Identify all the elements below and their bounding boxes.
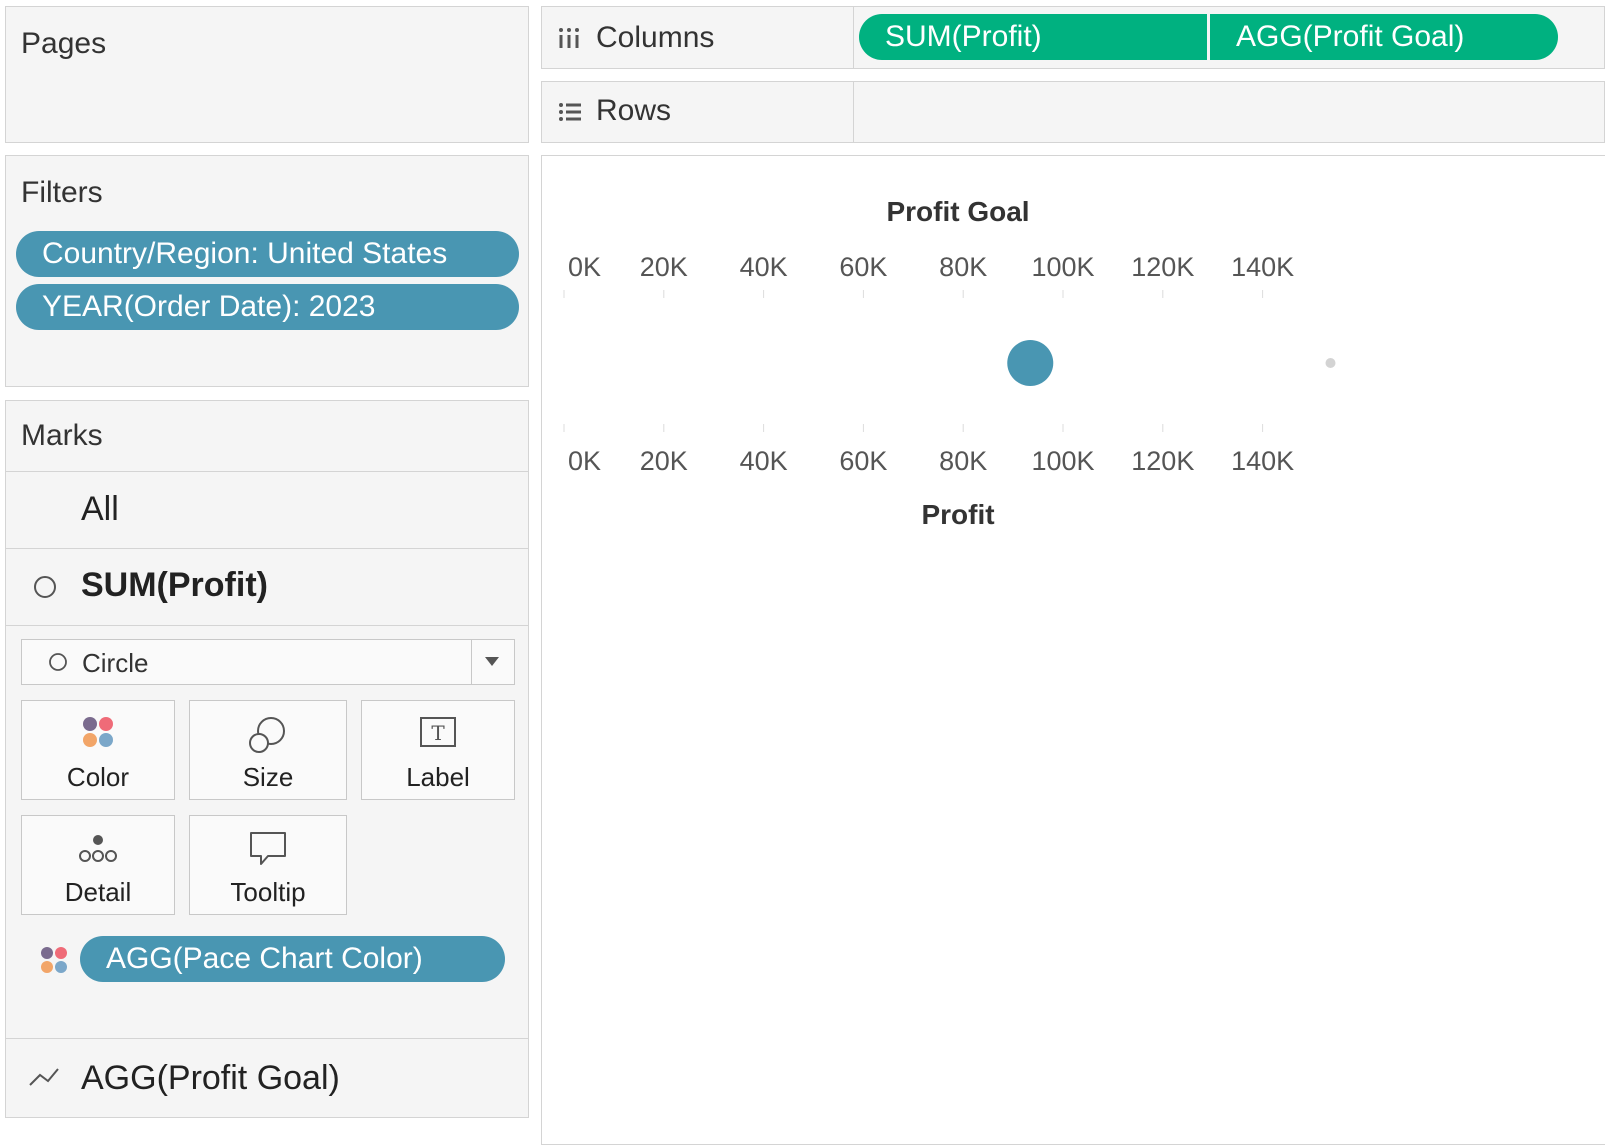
color-icon xyxy=(83,717,113,747)
bottom-tick-label: 140K xyxy=(1231,446,1294,476)
rows-label: Rows xyxy=(596,94,672,127)
size-button-label: Size xyxy=(242,762,294,792)
top-tick-label: 20K xyxy=(640,252,688,282)
detail-button-label: Detail xyxy=(64,877,132,907)
view-canvas: Profit Goal Profit 0K 20K 40K 60K 80K 100K 120… xyxy=(541,155,1605,1145)
top-tick-label: 140K xyxy=(1231,252,1294,282)
bottom-tick-label: 20K xyxy=(640,446,688,476)
shelf-divider xyxy=(853,82,854,142)
columns-shelf: Columns SUM(Profit) AGG(Profit Goal) xyxy=(541,6,1605,69)
color-field-pill[interactable]: AGG(Pace Chart Color) xyxy=(80,936,505,982)
rows-shelf: Rows xyxy=(541,81,1605,143)
label-button[interactable]: T Label xyxy=(361,700,515,800)
top-tick-label: 40K xyxy=(740,252,788,282)
bottom-tick-label: 120K xyxy=(1131,446,1194,476)
filters-card: Filters Country/Region: United States YE… xyxy=(5,155,529,387)
filter-pill-year[interactable]: YEAR(Order Date): 2023 xyxy=(16,284,519,330)
dropdown-separator xyxy=(471,640,472,684)
label-button-label: Label xyxy=(406,762,470,792)
speech-bubble-icon xyxy=(250,832,286,865)
detail-icon xyxy=(79,835,117,862)
bottom-tick-label: 60K xyxy=(839,446,887,476)
pages-card: Pages xyxy=(5,6,529,143)
top-tick-label: 120K xyxy=(1131,252,1194,282)
mark-type-dropdown[interactable]: Circle xyxy=(21,639,515,685)
line-mark-icon xyxy=(28,1065,60,1094)
bottom-axis: 0K 20K 40K 60K 80K 100K 120K 140K xyxy=(563,424,1294,476)
marks-tab-sum-profit-label: SUM(Profit) xyxy=(81,566,268,604)
marks-tab-all-label: All xyxy=(81,490,119,528)
bottom-tick-label: 100K xyxy=(1031,446,1094,476)
tooltip-button[interactable]: Tooltip xyxy=(189,815,347,915)
detail-button[interactable]: Detail xyxy=(21,815,175,915)
top-tick-label: 60K xyxy=(839,252,887,282)
columns-label: Columns xyxy=(596,21,715,54)
bottom-axis-title: Profit xyxy=(921,499,994,530)
rows-icon xyxy=(558,102,582,127)
shelf-divider xyxy=(853,7,854,68)
top-axis-title: Profit Goal xyxy=(886,196,1029,227)
marks-tab-all[interactable]: All xyxy=(6,472,528,549)
marks-title: Marks xyxy=(21,419,103,452)
profit-goal-mark[interactable] xyxy=(1325,358,1336,368)
top-tick-label: 80K xyxy=(939,252,987,282)
color-button-label: Color xyxy=(66,762,130,792)
mark-type-value: Circle xyxy=(82,648,149,678)
profit-circle-mark[interactable] xyxy=(1007,340,1054,386)
marks-tab-sum-profit[interactable]: SUM(Profit) xyxy=(6,549,528,626)
filters-title: Filters xyxy=(21,176,103,209)
marks-tab-profit-goal-label: AGG(Profit Goal) xyxy=(81,1059,340,1097)
size-icon xyxy=(249,717,285,753)
circle-mark-icon xyxy=(33,575,57,604)
chevron-down-icon[interactable] xyxy=(485,657,499,666)
column-pill-profit-goal[interactable]: AGG(Profit Goal) xyxy=(1210,14,1558,60)
bottom-tick-label: 0K xyxy=(568,446,601,476)
marks-header: Marks xyxy=(6,401,528,472)
size-button[interactable]: Size xyxy=(189,700,347,800)
marks-card: Marks All SUM(Profit) Circle Color Size xyxy=(5,400,529,1118)
top-tick-label: 100K xyxy=(1031,252,1094,282)
column-pill-sum-profit[interactable]: SUM(Profit) xyxy=(859,14,1207,60)
svg-text:T: T xyxy=(431,721,445,745)
bottom-tick-label: 80K xyxy=(939,446,987,476)
tooltip-button-label: Tooltip xyxy=(230,877,306,907)
pace-chart: Profit Goal Profit 0K 20K 40K 60K 80K 100K 120… xyxy=(563,196,1336,530)
text-label-icon: T xyxy=(420,717,456,747)
top-tick-label: 0K xyxy=(568,252,601,282)
color-encoding-icon xyxy=(40,946,68,979)
top-axis: 0K 20K 40K 60K 80K 100K 120K 140K xyxy=(563,252,1294,298)
columns-icon xyxy=(558,27,580,54)
color-button[interactable]: Color xyxy=(21,700,175,800)
bottom-tick-label: 40K xyxy=(740,446,788,476)
circle-mark-icon xyxy=(48,652,68,677)
marks-layer xyxy=(1007,340,1336,386)
pages-title: Pages xyxy=(21,27,107,60)
marks-tab-profit-goal[interactable]: AGG(Profit Goal) xyxy=(6,1038,528,1118)
filter-pill-country[interactable]: Country/Region: United States xyxy=(16,231,519,277)
